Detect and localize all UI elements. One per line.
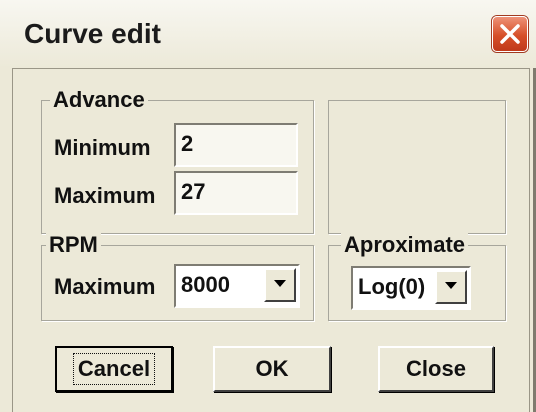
aproximate-select[interactable]: Log(0) [351,266,471,310]
close-button[interactable]: Close [378,346,494,392]
rpm-group: RPM Maximum 8000 [41,232,314,321]
aproximate-dropdown-button[interactable] [435,270,467,304]
ok-button[interactable]: OK [213,346,331,392]
window-title: Curve edit [24,18,161,49]
rpm-legend: RPM [46,232,101,258]
cancel-button[interactable]: Cancel [55,346,173,392]
curve-preview-panel [328,100,506,234]
dialog-client-area: Advance Minimum 2 Maximum 27 RPM Maximum… [12,68,530,412]
advance-maximum-label: Maximum [54,183,156,208]
aproximate-group: Aproximate Log(0) [328,232,506,321]
aproximate-legend: Aproximate [341,232,469,258]
rpm-dropdown-button[interactable] [264,268,296,302]
title-bar[interactable]: Curve edit [0,0,536,68]
ok-button-label: OK [255,356,289,381]
close-window-button[interactable] [492,16,528,52]
rpm-maximum-select[interactable]: 8000 [174,264,300,308]
close-button-label: Close [406,356,466,381]
rpm-maximum-value: 8000 [181,272,230,297]
curve-edit-window: Curve edit Advance Minimum 2 Maximum 27 … [0,0,536,412]
advance-minimum-label: Minimum [54,135,151,160]
advance-maximum-input[interactable]: 27 [174,171,298,215]
cancel-button-label: Cancel [72,353,156,385]
advance-minimum-input[interactable]: 2 [174,123,298,167]
aproximate-value: Log(0) [358,274,426,299]
advance-legend: Advance [50,87,148,113]
advance-group: Advance Minimum 2 Maximum 27 [41,87,314,234]
rpm-maximum-label: Maximum [54,274,156,299]
